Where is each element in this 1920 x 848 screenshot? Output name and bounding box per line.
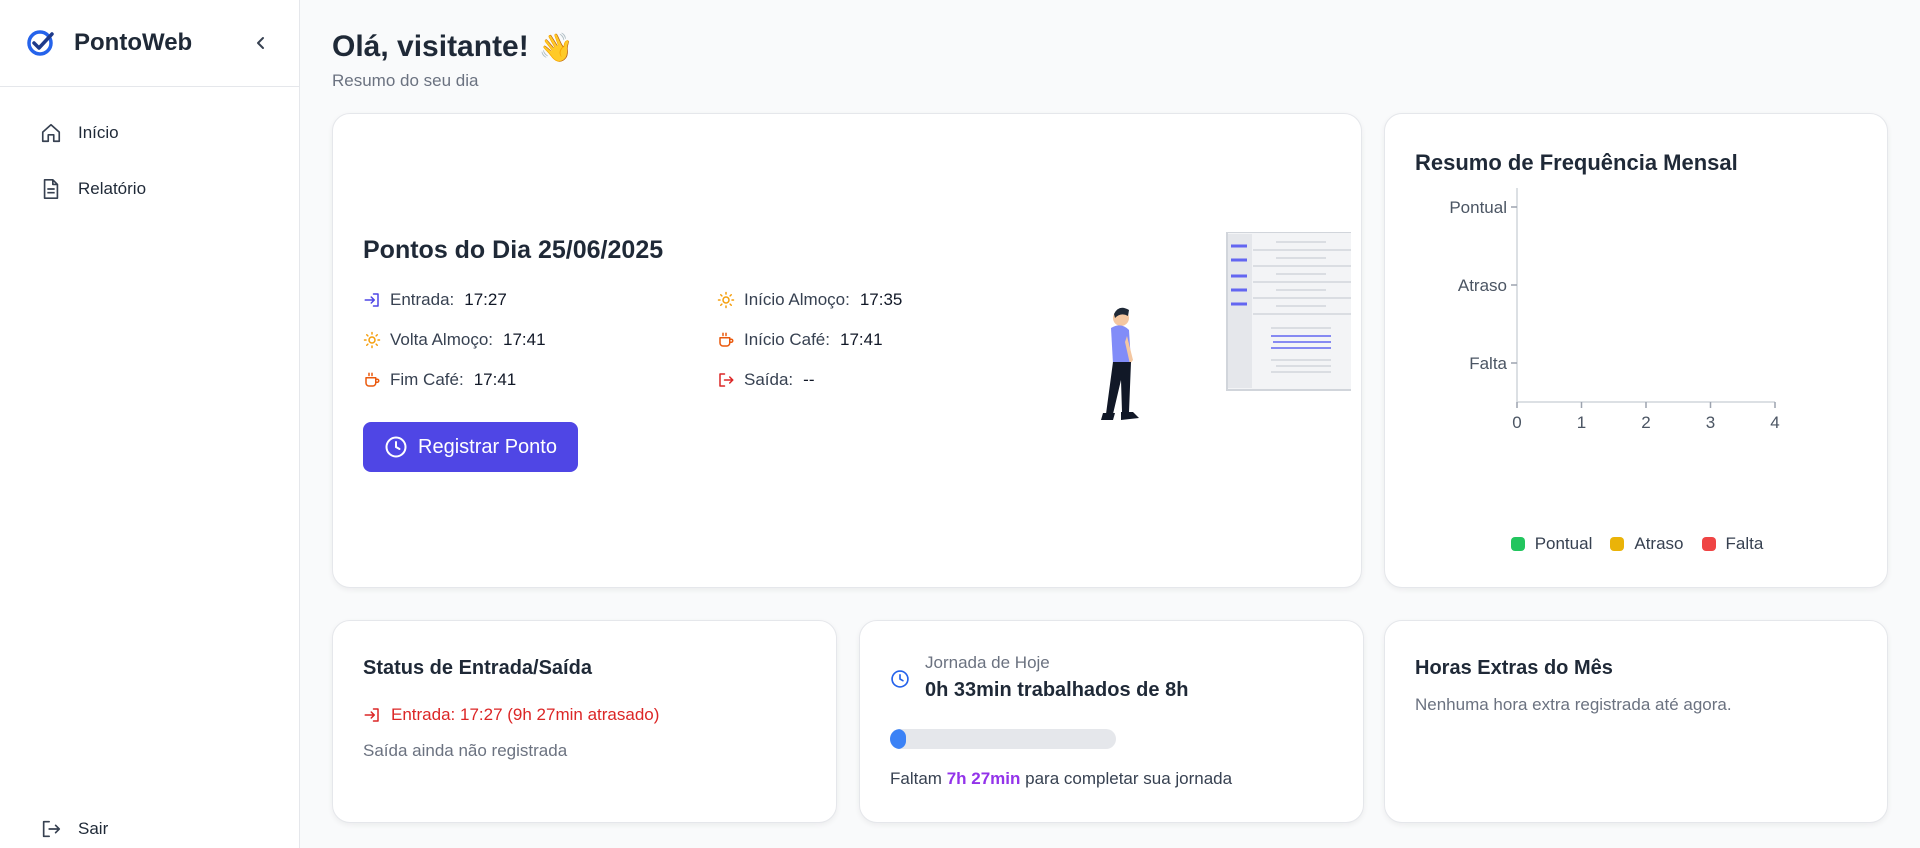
clock-icon [890,669,910,689]
frequencia-chart: Pontual Atraso Falta 0 1 2 3 4 [1449,188,1780,432]
status-entry: Entrada: 17:27 (9h 27min atrasado) [363,705,659,725]
y-tick-label: Falta [1469,354,1507,373]
remaining-value: 7h 27min [946,769,1021,788]
sun-icon [363,331,381,349]
document-icon [40,178,62,200]
sidebar-nav: Início Relatório [0,87,299,217]
punch-volta-almoco: Volta Almoço: 17:41 [363,330,546,350]
wave-emoji: 👋 [538,31,574,63]
punch-value: 17:41 [840,330,883,349]
logout-icon [40,818,62,840]
status-exit-text: Saída ainda não registrada [363,741,568,760]
x-tick-label: 4 [1770,413,1779,432]
punch-label: Início Café: [744,330,830,349]
punch-saida: Saída: -- [717,370,814,390]
legend-swatch [1510,537,1525,551]
greeting: Olá, visitante! 👋 [332,30,574,64]
legend-swatch [1610,537,1625,551]
x-tick-label: 1 [1577,413,1586,432]
punch-fim-cafe: Fim Café: 17:41 [363,370,516,390]
sidebar-item-label: Início [78,123,119,142]
app-name: PontoWeb [74,29,193,56]
horas-extras-card: Horas Extras do Mês Nenhuma hora extra r… [1384,620,1888,823]
punch-inicio-cafe: Início Café: 17:41 [717,330,883,350]
main-content: Olá, visitante! 👋 Resumo do seu dia Pont… [332,0,1888,848]
clock-icon [384,435,408,459]
registrar-ponto-button[interactable]: Registrar Ponto [363,422,578,472]
jornada-label: Jornada de Hoje [925,653,1050,672]
legend-label: Atraso [1634,534,1684,553]
legend-label: Falta [1725,534,1764,553]
home-icon [40,122,62,144]
login-icon [363,706,381,724]
person-report-illustration [1101,232,1351,420]
chevron-left-icon [257,37,264,49]
collapse-sidebar-button[interactable] [249,31,273,55]
punch-entrada: Entrada: 17:27 [363,290,507,310]
jornada-card: Jornada de Hoje 0h 33min trabalhados de … [859,620,1364,823]
sidebar-item-relatorio[interactable]: Relatório [0,161,299,217]
coffee-icon [717,331,735,349]
legend-swatch [1701,537,1716,551]
pontos-title: Pontos do Dia 25/06/2025 [363,236,664,264]
y-tick-label: Atraso [1458,276,1507,295]
sun-icon [717,291,735,309]
registrar-ponto-label: Registrar Ponto [418,435,557,458]
jornada-value: 0h 33min trabalhados de 8h [925,679,1189,701]
chart-legend: Pontual Atraso Falta [1385,534,1889,554]
login-icon [363,291,381,309]
status-entry-text: Entrada: 17:27 (9h 27min atrasado) [391,705,660,724]
jornada-progress-bar [890,729,1116,749]
pontos-card: Pontos do Dia 25/06/2025 Entrada: 17:27 … [332,113,1362,588]
coffee-icon [363,371,381,389]
legend-item: Falta [1701,534,1764,554]
logout-icon [717,371,735,389]
x-tick-label: 3 [1706,413,1715,432]
logout-button[interactable]: Sair [40,818,108,840]
legend-label: Pontual [1534,534,1593,553]
punch-value: 17:41 [473,370,517,389]
punch-label: Fim Café: [390,370,464,389]
punch-label: Volta Almoço: [390,330,494,349]
sidebar-item-inicio[interactable]: Início [0,105,299,161]
jornada-remaining: Faltam 7h 27min para completar sua jorna… [890,769,1232,789]
status-title: Status de Entrada/Saída [363,657,592,679]
y-tick-label: Pontual [1449,198,1507,217]
remaining-suffix: para completar sua jornada [1025,769,1233,788]
jornada-progress-fill [890,729,906,749]
extras-title: Horas Extras do Mês [1415,657,1613,679]
logout-label: Sair [78,819,109,838]
punch-label: Início Almoço: [744,290,850,309]
x-tick-label: 0 [1512,413,1521,432]
sidebar: PontoWeb Início Relatório Sair [0,0,300,848]
brand: PontoWeb [0,0,299,87]
page-subtitle: Resumo do seu dia [332,71,479,90]
punch-label: Saída: [744,370,794,389]
punch-value: 17:27 [464,290,507,309]
legend-item: Atraso [1610,534,1684,554]
x-tick-label: 2 [1641,413,1650,432]
status-card: Status de Entrada/Saída Entrada: 17:27 (… [332,620,837,823]
sidebar-item-label: Relatório [78,179,147,198]
logo-icon [27,30,54,56]
remaining-prefix: Faltam [890,769,942,788]
punch-value: -- [803,370,815,389]
frequencia-chart-card: Resumo de Frequência Mensal Pontual Atras… [1384,113,1888,588]
punch-value: 17:41 [503,330,546,349]
extras-text: Nenhuma hora extra registrada até agora. [1415,695,1732,714]
punch-value: 17:35 [859,290,903,309]
punch-label: Entrada: [390,290,455,309]
punch-inicio-almoco: Início Almoço: 17:35 [717,290,902,310]
page-title: Olá, visitante! [332,30,529,63]
legend-item: Pontual [1510,534,1593,554]
